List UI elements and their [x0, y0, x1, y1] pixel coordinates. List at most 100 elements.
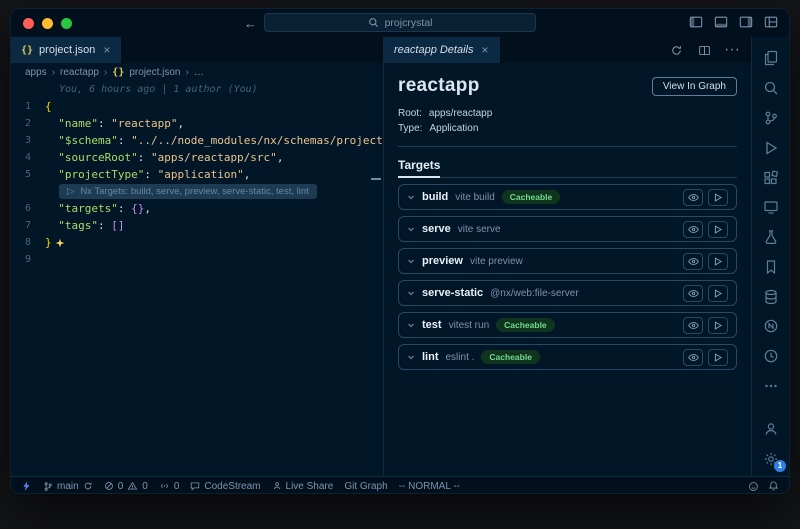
breadcrumb-item-reactapp[interactable]: reactapp	[60, 67, 99, 78]
target-name: build	[422, 191, 448, 203]
toggle-panel-icon[interactable]	[714, 15, 728, 29]
run-target-button[interactable]	[708, 317, 728, 334]
line-number: 4	[11, 149, 45, 166]
target-row-lint[interactable]: lint eslint . Cacheable	[398, 344, 737, 370]
customize-layout-icon[interactable]	[764, 15, 778, 29]
split-editor-icon[interactable]	[696, 42, 713, 59]
search-icon	[368, 17, 379, 28]
git-branch-status[interactable]: main	[43, 481, 93, 492]
live-share-status[interactable]: Live Share	[272, 481, 334, 492]
sparkle-icon[interactable]	[55, 238, 65, 248]
view-target-button[interactable]	[683, 253, 703, 270]
target-row-build[interactable]: build vite build Cacheable	[398, 184, 737, 210]
view-target-button[interactable]	[683, 349, 703, 366]
bell-icon[interactable]	[768, 480, 779, 492]
view-target-button[interactable]	[683, 221, 703, 238]
minimize-window-button[interactable]	[42, 18, 53, 29]
warning-icon	[127, 481, 138, 491]
target-command: @nx/web:file-server	[490, 288, 579, 299]
close-tab-icon[interactable]: ×	[103, 43, 110, 57]
git-blame-annotation[interactable]: You, 6 hours ago | 1 author (You)	[11, 81, 383, 98]
nx-targets-hint[interactable]: ▷ Nx Targets: build, serve, preview, ser…	[59, 184, 317, 199]
toggle-secondary-sidebar-icon[interactable]	[739, 15, 753, 29]
targets-heading: Targets	[398, 158, 440, 178]
run-target-button[interactable]	[708, 189, 728, 206]
run-target-button[interactable]	[708, 285, 728, 302]
view-in-graph-button[interactable]: View In Graph	[652, 77, 737, 96]
code-token: :	[118, 132, 131, 149]
chevron-down-icon[interactable]	[407, 193, 415, 201]
chevron-down-icon[interactable]	[407, 257, 415, 265]
back-button[interactable]: ←	[244, 16, 257, 31]
settings-gear-icon[interactable]: 1	[762, 450, 779, 467]
feedback-icon[interactable]	[748, 481, 759, 492]
breadcrumb-item-apps[interactable]: apps	[25, 67, 47, 78]
code-line[interactable]: 6 "targets": {},	[11, 200, 383, 217]
search-query: projcrystal	[385, 17, 433, 29]
target-row-serve-static[interactable]: serve-static @nx/web:file-server	[398, 280, 737, 306]
close-window-button[interactable]	[23, 18, 34, 29]
problems-status[interactable]: 0 0	[104, 481, 148, 492]
panel-tabbar: reactapp Details × ···	[384, 37, 751, 63]
target-row-serve[interactable]: serve vite serve	[398, 216, 737, 242]
accounts-icon[interactable]	[762, 420, 779, 437]
code-line[interactable]: 9	[11, 251, 383, 268]
chevron-down-icon[interactable]	[407, 321, 415, 329]
command-center-search[interactable]: projcrystal	[264, 13, 536, 32]
code-token: "apps/reactapp/src"	[151, 149, 277, 166]
ports-status[interactable]: 0	[159, 481, 180, 492]
target-row-preview[interactable]: preview vite preview	[398, 248, 737, 274]
more-actions-icon[interactable]: ···	[724, 41, 740, 59]
code-line[interactable]: 3 "$schema": "../../node_modules/nx/sche…	[11, 132, 383, 149]
git-graph-status[interactable]: Git Graph	[344, 481, 387, 492]
refresh-icon[interactable]	[668, 42, 685, 59]
zoom-window-button[interactable]	[61, 18, 72, 29]
timeline-icon[interactable]	[762, 348, 779, 365]
code-line[interactable]: 5 "projectType": "application",	[11, 166, 383, 183]
explorer-icon[interactable]	[762, 50, 779, 67]
database-icon[interactable]	[762, 288, 779, 305]
remote-indicator[interactable]	[21, 480, 32, 492]
toggle-sidebar-icon[interactable]	[689, 15, 703, 29]
breadcrumb-item-file[interactable]: project.json	[129, 67, 180, 78]
code-line[interactable]: 1 {	[11, 98, 383, 115]
code-line[interactable]: 2 "name": "reactapp",	[11, 115, 383, 132]
breadcrumb-separator: ›	[185, 67, 188, 78]
live-share-label: Live Share	[286, 481, 334, 492]
code-editor[interactable]: You, 6 hours ago | 1 author (You) 1 { 2 …	[11, 81, 383, 476]
view-target-button[interactable]	[683, 317, 703, 334]
bookmarks-icon[interactable]	[762, 258, 779, 275]
run-target-button[interactable]	[708, 221, 728, 238]
run-target-button[interactable]	[708, 253, 728, 270]
search-icon[interactable]	[762, 80, 779, 97]
remote-explorer-icon[interactable]	[762, 199, 779, 216]
code-line[interactable]: 8 }	[11, 234, 383, 251]
code-line[interactable]: 7 "tags": []	[11, 217, 383, 234]
view-target-button[interactable]	[683, 285, 703, 302]
project-title: reactapp	[398, 75, 480, 97]
titlebar: ← → projcrystal	[11, 9, 789, 37]
vim-mode-indicator[interactable]: -- NORMAL --	[399, 481, 460, 492]
breadcrumb-item-symbol[interactable]: …	[194, 67, 204, 78]
code-token: :	[138, 149, 151, 166]
codestream-status[interactable]: CodeStream	[190, 481, 260, 492]
run-debug-icon[interactable]	[762, 139, 779, 156]
extensions-icon[interactable]	[762, 169, 779, 186]
run-target-button[interactable]	[708, 349, 728, 366]
view-target-button[interactable]	[683, 189, 703, 206]
codestream-icon	[190, 481, 200, 491]
chevron-down-icon[interactable]	[407, 353, 415, 361]
code-line[interactable]: 4 "sourceRoot": "apps/reactapp/src",	[11, 149, 383, 166]
code-token: }	[45, 234, 52, 251]
target-row-test[interactable]: test vitest run Cacheable	[398, 312, 737, 338]
chevron-down-icon[interactable]	[407, 225, 415, 233]
line-number: 6	[11, 200, 45, 217]
tab-reactapp-details[interactable]: reactapp Details ×	[384, 37, 500, 63]
close-tab-icon[interactable]: ×	[482, 43, 489, 57]
testing-flask-icon[interactable]	[762, 229, 779, 246]
nx-console-icon[interactable]	[762, 318, 779, 335]
chevron-down-icon[interactable]	[407, 289, 415, 297]
tab-project-json[interactable]: {} project.json ×	[11, 37, 121, 63]
source-control-icon[interactable]	[762, 110, 779, 127]
more-views-icon[interactable]	[762, 378, 779, 395]
